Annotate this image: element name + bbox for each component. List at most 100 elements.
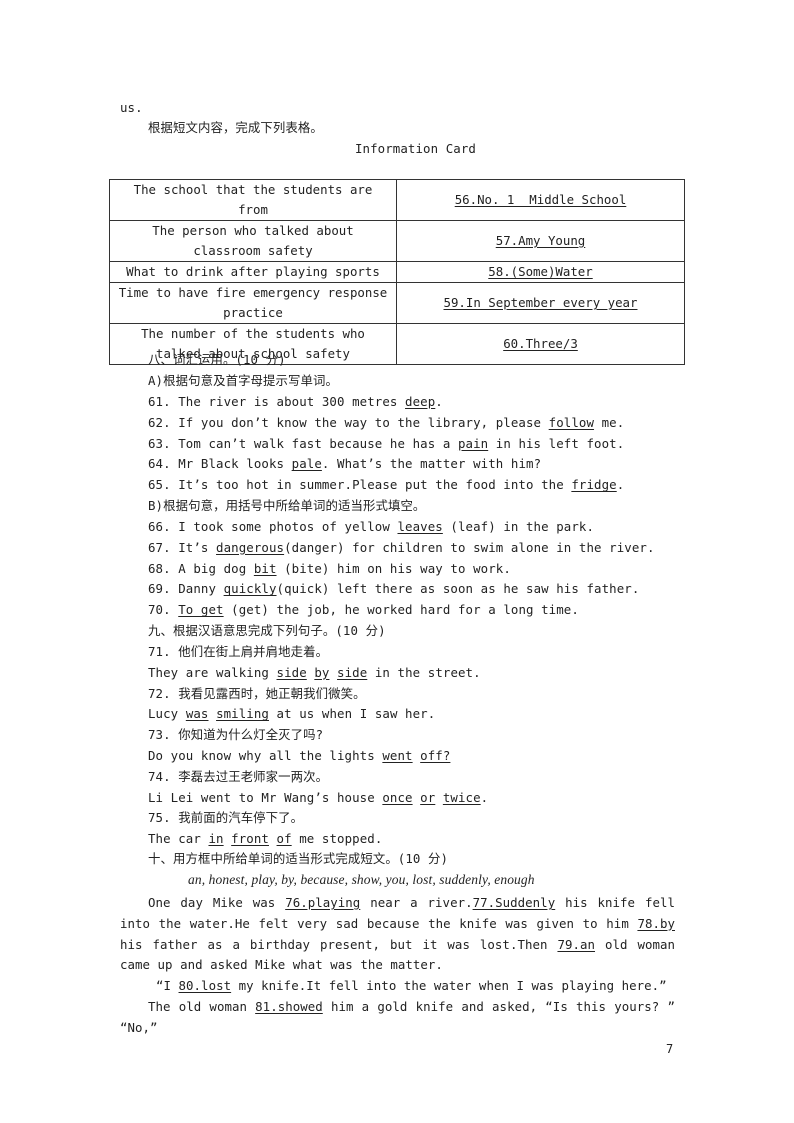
question-cell: The person who talked about classroom sa…: [109, 220, 397, 262]
answer-text: 58.(Some)Water: [488, 264, 593, 279]
answer-text: 81.showed: [255, 999, 323, 1014]
answer-text: 59.In September every year: [443, 295, 638, 310]
answer-text: twice: [442, 789, 481, 805]
vocab-b-item: 68. A big dog bit (bite) him on his way …: [148, 561, 511, 577]
answer-text: went: [382, 748, 413, 763]
vocab-a-item: 62. If you don’t know the way to the lib…: [148, 415, 624, 431]
chinese-prompt: 72. 我看见露西时，她正朝我们微笑。: [148, 685, 366, 701]
answer-text: 60.Three/3: [503, 336, 578, 351]
sentence-text: Lucy: [148, 706, 186, 722]
answer-text: of: [276, 831, 292, 847]
item-text: 64. Mr Black looks: [148, 456, 292, 472]
table-row: What to drink after playing sports 58.(S…: [109, 261, 685, 283]
item-text: 65. It’s too hot in summer.Please put th…: [148, 477, 572, 493]
item-text: .: [435, 394, 443, 409]
answer-text: once: [382, 789, 413, 805]
answer-text: 56.No._1__Middle_School: [454, 192, 627, 207]
passage-text: my knife.It fell into the water when I w…: [231, 978, 667, 993]
word-box: an, honest, play, by, because, show, you…: [188, 872, 535, 887]
question-cell: Time to have fire emergency response pra…: [109, 282, 397, 324]
answer-text: bit: [253, 560, 277, 576]
section-8a-instruction: A)根据句意及首字母提示写单词。: [148, 373, 338, 388]
sentence-text: .: [480, 789, 489, 805]
sentence-text: me stopped.: [291, 831, 383, 847]
section-8b-instruction: B)根据句意，用括号中所给单词的适当形式填空。: [148, 498, 426, 513]
item-text: 63. Tom can’t walk fast because he has a: [148, 435, 458, 451]
answer-text: by: [314, 664, 330, 680]
chinese-prompt: 73. 你知道为什么灯全灭了吗?: [148, 727, 324, 743]
english-sentence: They are walking side by side in the str…: [148, 665, 481, 681]
question-cell: What to drink after playing sports: [109, 261, 397, 283]
answer-text: 79.an: [557, 936, 596, 952]
item-text: (get) the job, he worked hard for a long…: [223, 602, 579, 618]
chinese-prompt: 71. 他们在街上肩并肩地走着。: [148, 644, 329, 659]
section-8-heading: 八、词汇运用。(10 分): [148, 352, 286, 367]
sentence-text: The car: [148, 831, 209, 847]
answer-text: 57.Amy_Young: [495, 233, 586, 248]
english-sentence: The car in front of me stopped.: [148, 831, 382, 847]
answer-text: side: [276, 664, 307, 680]
item-text: (leaf) in the park.: [442, 519, 595, 534]
table-instruction: 根据短文内容，完成下列表格。: [148, 120, 323, 135]
table-row: The person who talked about classroom sa…: [109, 220, 685, 262]
answer-text: 76.playing: [285, 895, 361, 910]
sentence-text: [269, 831, 277, 846]
answer-text: dangerous: [216, 539, 285, 555]
passage-paragraph: The old woman 81.showed him a gold knife…: [120, 997, 675, 1039]
passage-text: One day Mike was: [148, 895, 286, 910]
item-text: 67. It’s: [148, 539, 217, 555]
english-sentence: Lucy was smiling at us when I saw her.: [148, 706, 435, 722]
answer-cell: 57.Amy_Young: [396, 220, 685, 262]
passage-text: near a river.: [360, 895, 473, 910]
answer-text: front: [231, 831, 269, 847]
item-text: 70.: [148, 602, 179, 618]
answer-cell: 56.No._1__Middle_School: [396, 179, 685, 221]
passage-text: his father as a birthday present, but it…: [120, 936, 558, 952]
answer-text: deep: [405, 394, 436, 409]
item-text: 69. Danny: [148, 581, 224, 597]
item-text: me.: [594, 414, 625, 430]
vocab-a-item: 61. The river is about 300 metres deep.: [148, 394, 443, 410]
answer-text: 77.Suddenly: [472, 895, 556, 910]
table-row: The school that the students are from 56…: [109, 179, 685, 221]
item-text: 62. If you don’t know the way to the lib…: [148, 414, 549, 430]
item-text: . What’s the matter with him?: [321, 456, 542, 472]
vocab-b-item: 66. I took some photos of yellow leaves …: [148, 519, 594, 535]
card-title: Information Card: [355, 141, 476, 156]
sentence-text: [209, 706, 217, 721]
answer-text: smiling: [216, 706, 269, 722]
passage-paragraph: “I 80.lost my knife.It fell into the wat…: [120, 976, 675, 997]
vocab-b-item: 67. It’s dangerous(danger) for children …: [148, 540, 655, 556]
answer-text: To get: [178, 602, 224, 618]
sentence-text: [435, 790, 443, 805]
item-text: (bite) him on his way to work.: [276, 560, 511, 576]
chinese-prompt: 74. 李磊去过王老师家一两次。: [148, 768, 329, 784]
english-sentence: Li Lei went to Mr Wang’s house once or t…: [148, 790, 488, 806]
item-text: 61. The river is about 300 metres: [148, 394, 406, 409]
vocab-b-item: 70. To get (get) the job, he worked hard…: [148, 602, 579, 618]
answer-text: follow: [548, 414, 595, 430]
table-row: Time to have fire emergency response pra…: [109, 282, 685, 324]
item-text: 66. I took some photos of yellow: [148, 519, 398, 534]
answer-text: leaves: [397, 519, 443, 534]
vocab-a-item: 63. Tom can’t walk fast because he has a…: [148, 436, 624, 452]
sentence-text: [329, 665, 337, 680]
answer-text: was: [185, 706, 209, 722]
passage-text: The old woman: [148, 999, 256, 1014]
item-text: .: [616, 477, 625, 493]
information-card-table: The school that the students are from 56…: [109, 179, 685, 365]
answer-cell: 60.Three/3: [396, 323, 685, 365]
answer-text: 80.lost: [178, 978, 232, 993]
page-number: 7: [666, 1042, 674, 1056]
sentence-text: Li Lei went to Mr Wang’s house: [148, 789, 383, 805]
answer-text: or: [420, 789, 436, 805]
item-text: (danger) for children to swim alone in t…: [284, 539, 655, 555]
chinese-prompt: 75. 我前面的汽车停下了。: [148, 810, 304, 826]
answer-text: fridge: [571, 477, 617, 493]
english-sentence: Do you know why all the lights went off?: [148, 748, 450, 764]
answer-cell: 58.(Some)Water: [396, 261, 685, 283]
answer-text: in: [208, 831, 224, 847]
vocab-b-item: 69. Danny quickly(quick) left there as s…: [148, 581, 639, 597]
sentence-text: at us when I saw her.: [268, 706, 436, 722]
vocab-a-item: 65. It’s too hot in summer.Please put th…: [148, 477, 624, 493]
